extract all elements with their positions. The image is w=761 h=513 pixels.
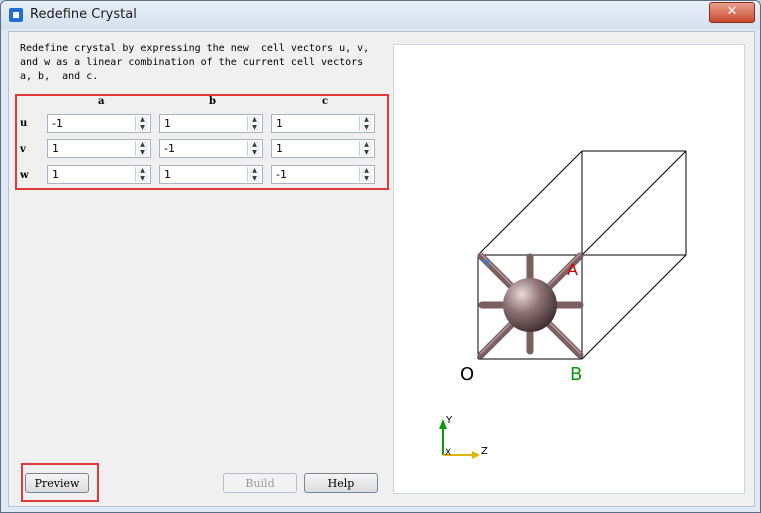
column-header-c: c [322,96,329,107]
spinbox-value: 1 [164,168,171,181]
preview-button[interactable]: Preview [25,473,89,493]
row-header-u: u [20,118,28,129]
crystal-scene: O B A Y X Z [439,150,687,459]
spin-down-icon[interactable]: ▼ [137,149,148,156]
row-header-v: v [20,144,26,155]
dialog-body: Redefine crystal by expressing the new c… [8,31,755,507]
spinbox-value: 1 [276,117,283,130]
spin-up-icon[interactable]: ▲ [137,167,148,174]
spinbox-value: -1 [52,117,63,130]
spinbox-value: 1 [164,117,171,130]
spin-down-icon[interactable]: ▼ [361,175,372,182]
spin-up-icon[interactable]: ▲ [249,167,260,174]
spin-up-icon[interactable]: ▲ [137,141,148,148]
origin-label: O [460,364,474,385]
spinbox-value: -1 [276,168,287,181]
spin-down-icon[interactable]: ▼ [137,175,148,182]
spinbox-v-a[interactable]: 1 ▲ ▼ [47,139,151,158]
build-button[interactable]: Build [223,473,297,493]
close-button[interactable]: ✕ [709,2,755,23]
orientation-triad: Y X Z [439,415,488,459]
x-axis-label: X [445,448,451,458]
spin-down-icon[interactable]: ▼ [137,124,148,131]
spin-up-icon[interactable]: ▲ [249,116,260,123]
help-button[interactable]: Help [304,473,378,493]
row-header-w: w [20,170,29,181]
app-icon [9,8,23,22]
spin-up-icon[interactable]: ▲ [361,116,372,123]
atom-sphere [503,278,557,332]
spinbox-u-c[interactable]: 1 ▲ ▼ [271,114,375,133]
spinbox-value: 1 [52,142,59,155]
z-axis-label: Z [481,446,488,457]
spin-down-icon[interactable]: ▼ [249,124,260,131]
spin-down-icon[interactable]: ▼ [361,149,372,156]
column-header-b: b [209,96,216,107]
column-header-a: a [98,96,105,107]
crystal-3d-viewer[interactable]: O B A Y X Z [393,44,745,494]
instructions-text: Redefine crystal by expressing the new c… [20,43,370,82]
title-bar: Redefine Crystal ✕ [1,1,760,29]
y-axis-label: Y [445,415,453,426]
spinbox-value: 1 [276,142,283,155]
b-axis-label: B [570,364,582,385]
spinbox-u-b[interactable]: 1 ▲ ▼ [159,114,263,133]
spinbox-value: -1 [164,142,175,155]
spinbox-w-a[interactable]: 1 ▲ ▼ [47,165,151,184]
spin-down-icon[interactable]: ▼ [361,124,372,131]
spinbox-value: 1 [52,168,59,181]
spinbox-v-b[interactable]: -1 ▲ ▼ [159,139,263,158]
a-axis-label: A [567,260,578,279]
spin-up-icon[interactable]: ▲ [249,141,260,148]
spin-up-icon[interactable]: ▲ [361,141,372,148]
spinbox-v-c[interactable]: 1 ▲ ▼ [271,139,375,158]
spin-up-icon[interactable]: ▲ [137,116,148,123]
spinbox-w-b[interactable]: 1 ▲ ▼ [159,165,263,184]
spinbox-w-c[interactable]: -1 ▲ ▼ [271,165,375,184]
spin-down-icon[interactable]: ▼ [249,149,260,156]
redefine-crystal-dialog: Redefine Crystal ✕ Redefine crystal by e… [0,0,761,513]
window-title: Redefine Crystal [30,7,137,22]
spinbox-u-a[interactable]: -1 ▲ ▼ [47,114,151,133]
spin-down-icon[interactable]: ▼ [249,175,260,182]
spin-up-icon[interactable]: ▲ [361,167,372,174]
